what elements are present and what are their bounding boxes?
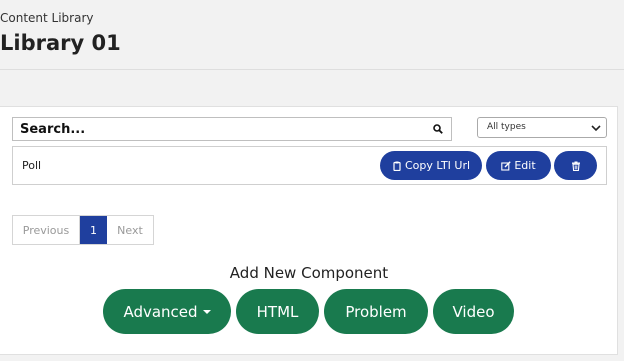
previous-page-button[interactable]: Previous — [13, 216, 80, 244]
trash-icon — [571, 161, 580, 171]
add-component-heading: Add New Component — [229, 264, 389, 282]
breadcrumb[interactable]: Content Library — [0, 11, 94, 25]
edit-button[interactable]: Edit — [486, 151, 551, 180]
current-page-button[interactable]: 1 — [80, 216, 107, 244]
type-filter-value: All types — [487, 122, 526, 132]
problem-label: Problem — [345, 302, 407, 321]
chevron-down-icon — [591, 125, 601, 132]
advanced-dropdown-button[interactable]: Advanced — [103, 289, 231, 334]
video-label: Video — [452, 302, 495, 321]
search-icon[interactable] — [433, 124, 443, 134]
search-input[interactable]: Search... — [12, 117, 452, 141]
page-header: Content Library Library 01 — [0, 0, 624, 70]
clipboard-icon — [393, 161, 401, 171]
caret-down-icon — [202, 309, 211, 314]
type-filter-select[interactable]: All types — [477, 117, 607, 138]
item-title: Poll — [22, 159, 42, 172]
add-problem-button[interactable]: Problem — [324, 289, 428, 334]
copy-lti-url-button[interactable]: Copy LTI Url — [380, 151, 482, 180]
next-page-button[interactable]: Next — [107, 216, 153, 244]
edit-label: Edit — [514, 159, 536, 172]
html-label: HTML — [256, 302, 299, 321]
pagination: Previous 1 Next — [12, 215, 154, 245]
edit-icon — [501, 160, 512, 171]
delete-button[interactable] — [554, 151, 597, 180]
search-placeholder: Search... — [20, 122, 86, 137]
page-title: Library 01 — [0, 31, 121, 55]
add-html-button[interactable]: HTML — [236, 289, 319, 334]
copy-lti-url-label: Copy LTI Url — [404, 159, 471, 172]
add-video-button[interactable]: Video — [433, 289, 514, 334]
advanced-label: Advanced — [123, 302, 198, 321]
